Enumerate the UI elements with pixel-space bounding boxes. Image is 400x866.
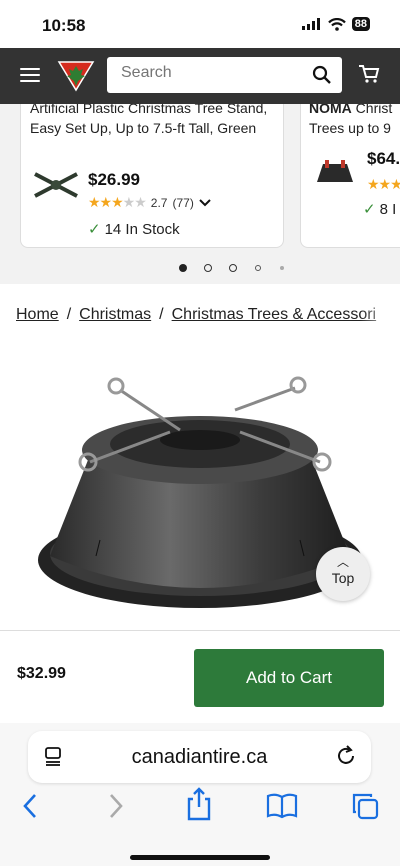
search-icon[interactable]: [312, 65, 332, 85]
status-icons: 88: [301, 17, 370, 31]
forward-icon[interactable]: [106, 791, 126, 821]
tabs-icon[interactable]: [350, 791, 380, 821]
url-text[interactable]: canadiantire.ca: [28, 746, 371, 769]
status-time: 10:58: [42, 16, 86, 35]
pagination-dot[interactable]: [229, 264, 237, 272]
product-thumbnail[interactable]: [31, 170, 81, 200]
search-input[interactable]: [121, 64, 301, 82]
product-card-rating[interactable]: ★★★★★ 2.7 (77): [88, 194, 211, 211]
breadcrumb-fade: [360, 300, 400, 330]
review-count: (77): [172, 195, 194, 210]
product-thumbnail[interactable]: [311, 156, 359, 186]
product-price: $32.99: [17, 665, 66, 682]
canadian-tire-logo[interactable]: [57, 56, 95, 94]
rating-stars-icon: ★★★: [367, 176, 400, 192]
share-icon[interactable]: [185, 787, 213, 821]
breadcrumb-christmas-trees[interactable]: Christmas Trees & Accessori: [172, 306, 377, 324]
home-indicator: [130, 855, 270, 860]
product-card-rating[interactable]: ★★★: [367, 176, 400, 193]
stock-status: ✓ 8 I: [363, 201, 397, 218]
bookmarks-icon[interactable]: [266, 793, 298, 819]
reload-icon[interactable]: [335, 745, 357, 767]
add-to-cart-button[interactable]: Add to Cart: [194, 649, 384, 707]
wifi-icon: [327, 17, 346, 31]
rating-value: 2.7: [150, 195, 168, 210]
product-card-price: $64.: [367, 149, 400, 168]
sticky-buy-bar: $32.99 Add to Cart: [0, 631, 400, 723]
rating-stars-icon: ★★★★★: [88, 194, 147, 210]
breadcrumb-separator: /: [66, 306, 72, 323]
carousel-pagination: [0, 254, 400, 284]
product-card[interactable]: NOMA Christ Trees up to 9 $64. ★★★ ✓ 8 I: [300, 104, 400, 248]
search-box[interactable]: [107, 57, 342, 93]
pagination-dot[interactable]: [204, 264, 212, 272]
checkmark-icon: ✓: [363, 201, 376, 218]
pagination-dot[interactable]: [280, 266, 284, 270]
signal-icon: [301, 18, 320, 30]
scroll-to-top-button[interactable]: ︿ Top: [316, 547, 370, 601]
pagination-dot-active[interactable]: [179, 264, 187, 272]
scroll-to-top-label: Top: [331, 570, 355, 586]
address-bar[interactable]: canadiantire.ca: [28, 731, 371, 783]
battery-indicator: 88: [351, 17, 370, 31]
cart-icon[interactable]: [358, 64, 380, 84]
product-card-price: $26.99: [88, 170, 140, 189]
related-products-carousel[interactable]: Artificial Plastic Christmas Tree Stand,…: [0, 104, 400, 254]
hamburger-menu-icon[interactable]: [20, 68, 40, 82]
breadcrumb: Home / Christmas / Christmas Trees & Acc…: [16, 306, 386, 324]
back-icon[interactable]: [20, 791, 40, 821]
stock-status: ✓ 14 In Stock: [88, 221, 180, 238]
status-bar: 10:58 88: [0, 0, 400, 48]
chevron-up-icon: ︿: [336, 555, 349, 569]
breadcrumb-christmas[interactable]: Christmas: [79, 306, 151, 324]
breadcrumb-separator: /: [159, 306, 164, 323]
breadcrumb-home[interactable]: Home: [16, 306, 59, 324]
product-card-title[interactable]: Artificial Plastic Christmas Tree Stand,…: [30, 104, 283, 138]
product-card[interactable]: Artificial Plastic Christmas Tree Stand,…: [20, 104, 284, 248]
pagination-dot[interactable]: [255, 265, 261, 271]
browser-toolbar: canadiantire.ca: [0, 723, 400, 866]
chevron-down-icon[interactable]: [199, 198, 211, 207]
product-card-title[interactable]: NOMA Christ Trees up to 9: [309, 104, 400, 138]
checkmark-icon: ✓: [88, 221, 101, 238]
site-header: [0, 48, 400, 104]
